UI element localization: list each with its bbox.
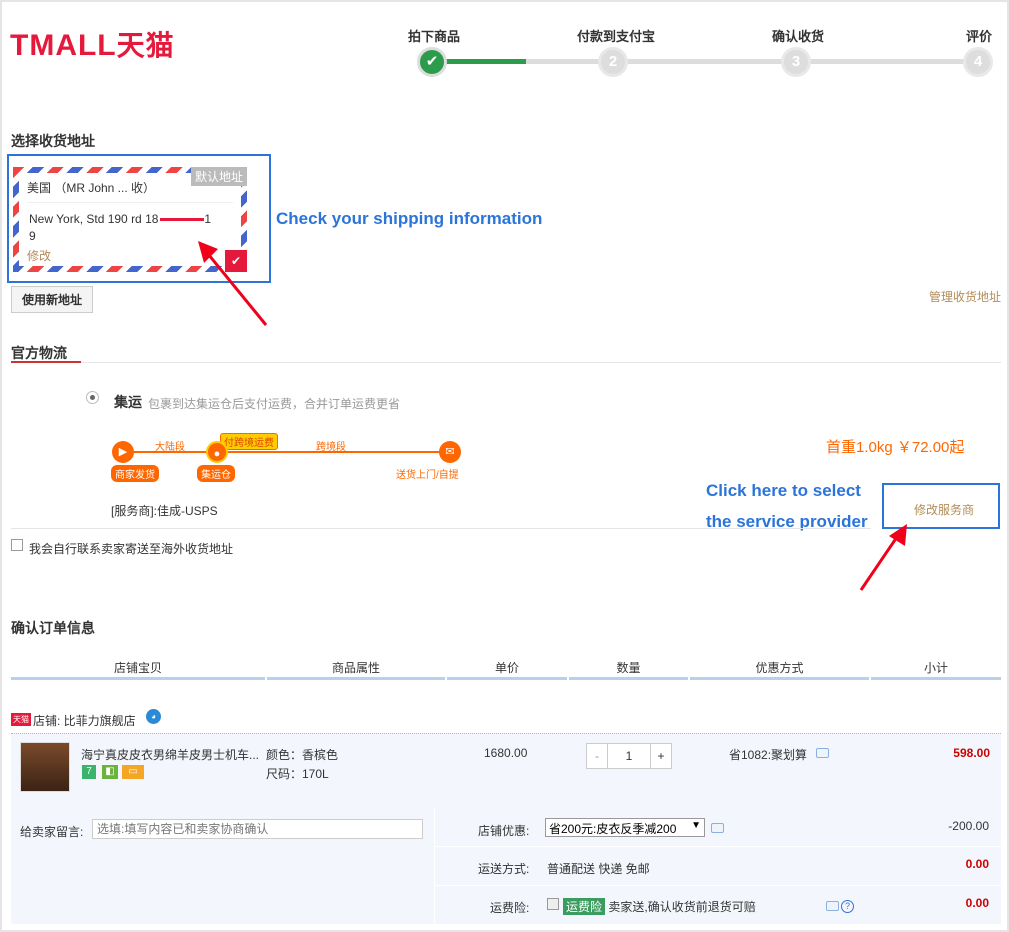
insurance-value: 运费险 卖家送,确认收货前退货可赔 [563,898,756,915]
col-header-unit-price: 单价 [494,661,519,675]
discount-amount: -200.00 [948,819,989,833]
delivery-method-value: 普通配送 快递 免邮 [547,862,650,876]
col-line [690,677,869,680]
panel-row-divider [434,846,1001,847]
shop-discount-select[interactable]: 省200元:皮衣反季减200 ▼ [545,818,705,837]
col-line [267,677,445,680]
quantity-plus-button[interactable]: + [650,744,671,768]
provider-divider [11,528,871,529]
step-label-3: 确认收货 [772,29,825,44]
route-node-warehouse: 集运仓 [197,465,235,482]
shipping-price: 首重1.0kg ￥72.00起 [826,439,965,456]
shop-name-link[interactable]: 店铺: 比菲力旗舰店 [33,712,136,729]
route-node-seller: 商家发货 [111,465,159,482]
annotation-provider-line2: the service provider [706,512,868,531]
route-pay-tag: 付跨境运费 [220,433,278,450]
product-title-link[interactable]: 海宁真皮皮衣男绵羊皮男士机车... [81,746,261,763]
panel-row-divider [434,885,1001,886]
self-ship-label: 我会自行联系卖家寄送至海外收货地址 [29,542,234,556]
step-4-dot: 4 [963,47,993,77]
col-header-quantity: 数量 [616,661,641,675]
guarantee-icon: ◧ [102,765,118,779]
delivery-icon: ✉ [439,441,461,463]
delivery-amount: 0.00 [965,857,989,871]
annotation-provider-line1: Click here to select [706,481,861,500]
annotation-arrow-icon [198,241,268,326]
help-icon[interactable]: ? [841,900,854,913]
quantity-stepper: - 1 + [586,743,672,769]
step-done-check-icon: ✔ [417,47,447,77]
insurance-checkbox[interactable] [547,898,559,910]
shop-discount-label: 店铺优惠: [478,824,530,838]
annotation-arrow-icon-2 [859,524,907,591]
product-thumbnail[interactable] [20,742,70,792]
col-line [11,677,265,680]
col-header-subtotal: 小计 [923,661,948,675]
comment-icon[interactable] [816,748,829,758]
step-3-dot: 3 [781,47,811,77]
col-header-attributes: 商品属性 [331,661,380,675]
unit-price: 1680.00 [484,746,528,760]
insurance-label: 运费险: [490,901,530,915]
logistics-divider [11,362,1001,363]
col-line [447,677,567,680]
seller-message-input[interactable] [92,819,423,839]
delivery-method-label: 运送方式: [478,862,530,876]
step-label-4: 评价 [966,29,993,44]
item-subtotal: 598.00 [953,746,990,760]
product-color: 颜色：香槟色 [266,748,339,762]
self-ship-checkbox[interactable] [11,539,23,551]
product-size: 尺码：170L [266,767,329,781]
address-section-title: 选择收货地址 [11,133,95,149]
use-new-address-button[interactable]: 使用新地址 [11,286,94,313]
step-label-1: 拍下商品 [408,29,461,44]
step-label-2: 付款到支付宝 [577,29,656,44]
order-progress: 拍下商品 付款到支付宝 确认收货 评价 ✔ 2 3 4 [400,24,1000,84]
logistics-section-title: 官方物流 [11,345,67,361]
redaction-mark [160,218,205,222]
route-seg-crossborder: 跨境段 [316,442,346,453]
promotion-text: 省1082:聚划算 [729,748,808,762]
comment-icon[interactable] [711,823,724,833]
step-2-dot: 2 [598,47,628,77]
truck-icon: ▶ [112,441,134,463]
route-seg-mainland: 大陆段 [155,442,185,453]
change-provider-link[interactable]: 修改服务商 [914,501,974,518]
seller-message-label: 给卖家留言: [20,825,84,839]
order-item-row [11,733,1001,808]
tmall-shop-badge: 天猫 [11,713,31,726]
insurance-amount: 0.00 [965,896,989,910]
seven-day-return-icon: 7 [82,765,96,779]
order-section-title: 确认订单信息 [11,620,95,636]
insurance-badge: 运费险 [563,898,606,915]
annotation-shipping: Check your shipping information [276,209,543,228]
tmall-logo[interactable]: TMALL天猫 [10,24,175,64]
route-node-delivery: 送货上门/自提 [396,470,459,481]
warehouse-icon: ● [206,441,228,463]
quantity-minus-button[interactable]: - [587,744,608,768]
service-provider: [服务商]:佳成-USPS [111,504,218,518]
panel-divider [434,808,435,924]
quantity-input[interactable]: 1 [609,744,649,768]
wangwang-chat-icon[interactable]: ◕ [146,709,161,724]
credit-card-icon: ▭ [122,765,144,779]
col-line [871,677,1001,680]
logistics-title-underline [11,361,81,363]
shipping-option-name: 集运 [114,394,142,410]
consolidated-shipping-radio[interactable] [86,391,99,404]
shipping-option-desc: 包裹到达集运仓后支付运费，合并订单运费更省 [148,397,401,411]
col-header-shop-item: 店铺宝贝 [113,661,162,675]
manage-address-link[interactable]: 管理收货地址 [929,288,1001,305]
col-header-discount: 优惠方式 [755,661,804,675]
col-line [569,677,688,680]
chevron-down-icon: ▼ [691,820,701,831]
comment-icon[interactable] [826,901,839,911]
default-address-badge: 默认地址 [190,167,247,186]
